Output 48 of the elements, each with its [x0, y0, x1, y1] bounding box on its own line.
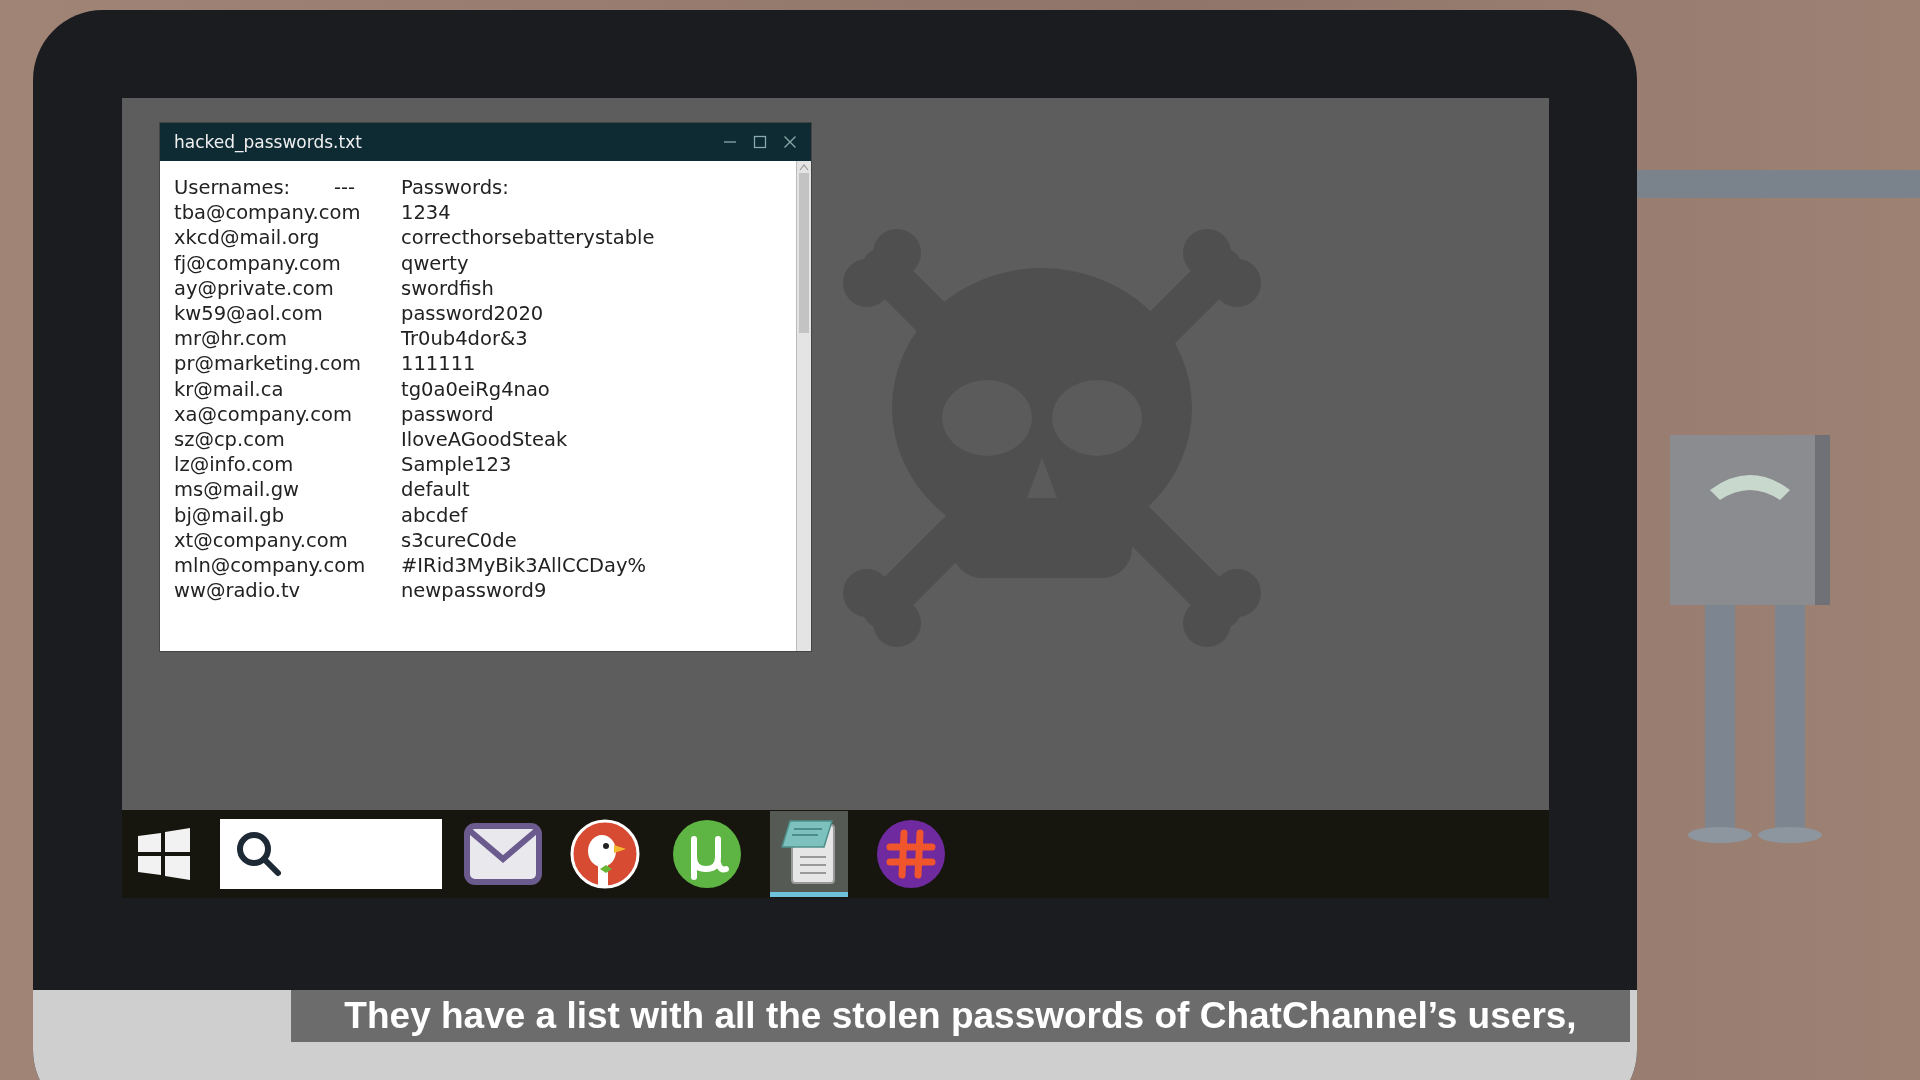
username-text: mr@hr.com	[174, 326, 288, 352]
password-text: password	[401, 401, 494, 428]
password-text: Sample123	[401, 452, 512, 478]
username-text: sz@cp.com	[174, 427, 286, 453]
passwords-heading: Passwords:	[401, 175, 509, 201]
hash-icon	[876, 819, 946, 889]
usernames-heading: Usernames:	[174, 175, 292, 201]
search-field[interactable]	[220, 819, 442, 889]
username-text: pr@marketing.com	[174, 351, 363, 377]
password-text: abcdef	[401, 502, 468, 528]
password-text: qwerty	[401, 250, 469, 276]
envelope-icon	[464, 823, 542, 885]
username-text: tba@company.com	[174, 200, 362, 226]
password-text: 1234	[401, 200, 451, 226]
username-text: ms@mail.gw	[174, 477, 300, 503]
password-text: IloveAGoodSteak	[401, 427, 568, 453]
username-text: ay@private.com	[174, 275, 335, 301]
password-text: #IRid3MyBik3AllCCDay%	[401, 553, 647, 579]
username-text: mln@company.com	[174, 553, 367, 579]
scrollbar[interactable]	[796, 161, 811, 651]
close-icon[interactable]	[783, 135, 797, 149]
subtitle-caption: They have a list with all the stolen passwords of ChatChannel’s users,	[291, 990, 1630, 1042]
password-text: tg0a0eiRg4nao	[401, 376, 550, 402]
username-text: xkcd@mail.org	[174, 225, 321, 251]
username-text: fj@company.com	[174, 250, 342, 276]
mu-letter-icon	[672, 819, 742, 889]
username-text: kr@mail.ca	[174, 376, 285, 402]
username-text: xt@company.com	[174, 527, 349, 554]
password-text: swordfish	[401, 275, 494, 301]
username-text: xa@company.com	[174, 401, 353, 428]
password-text: password2020	[401, 301, 544, 327]
password-text: newpassword9	[401, 578, 547, 604]
username-text: kw59@aol.com	[174, 301, 324, 327]
password-text: s3cureC0de	[401, 527, 517, 554]
separator-text: ---	[334, 175, 357, 201]
username-text: ww@radio.tv	[174, 578, 302, 604]
window-title: hacked_passwords.txt	[174, 132, 362, 152]
windows-logo-icon[interactable]	[136, 826, 192, 882]
username-text: bj@mail.gb	[174, 502, 286, 528]
password-text: 111111	[401, 351, 476, 377]
password-text: Tr0ub4dor&3	[401, 326, 528, 352]
scroll-thumb[interactable]	[799, 173, 809, 333]
password-text: correcthorsebatterystable	[401, 225, 655, 251]
username-text: lz@info.com	[174, 452, 295, 478]
password-text: default	[401, 477, 470, 503]
search-icon	[234, 829, 284, 879]
duck-icon	[570, 819, 640, 889]
maximize-icon[interactable]	[753, 135, 767, 149]
